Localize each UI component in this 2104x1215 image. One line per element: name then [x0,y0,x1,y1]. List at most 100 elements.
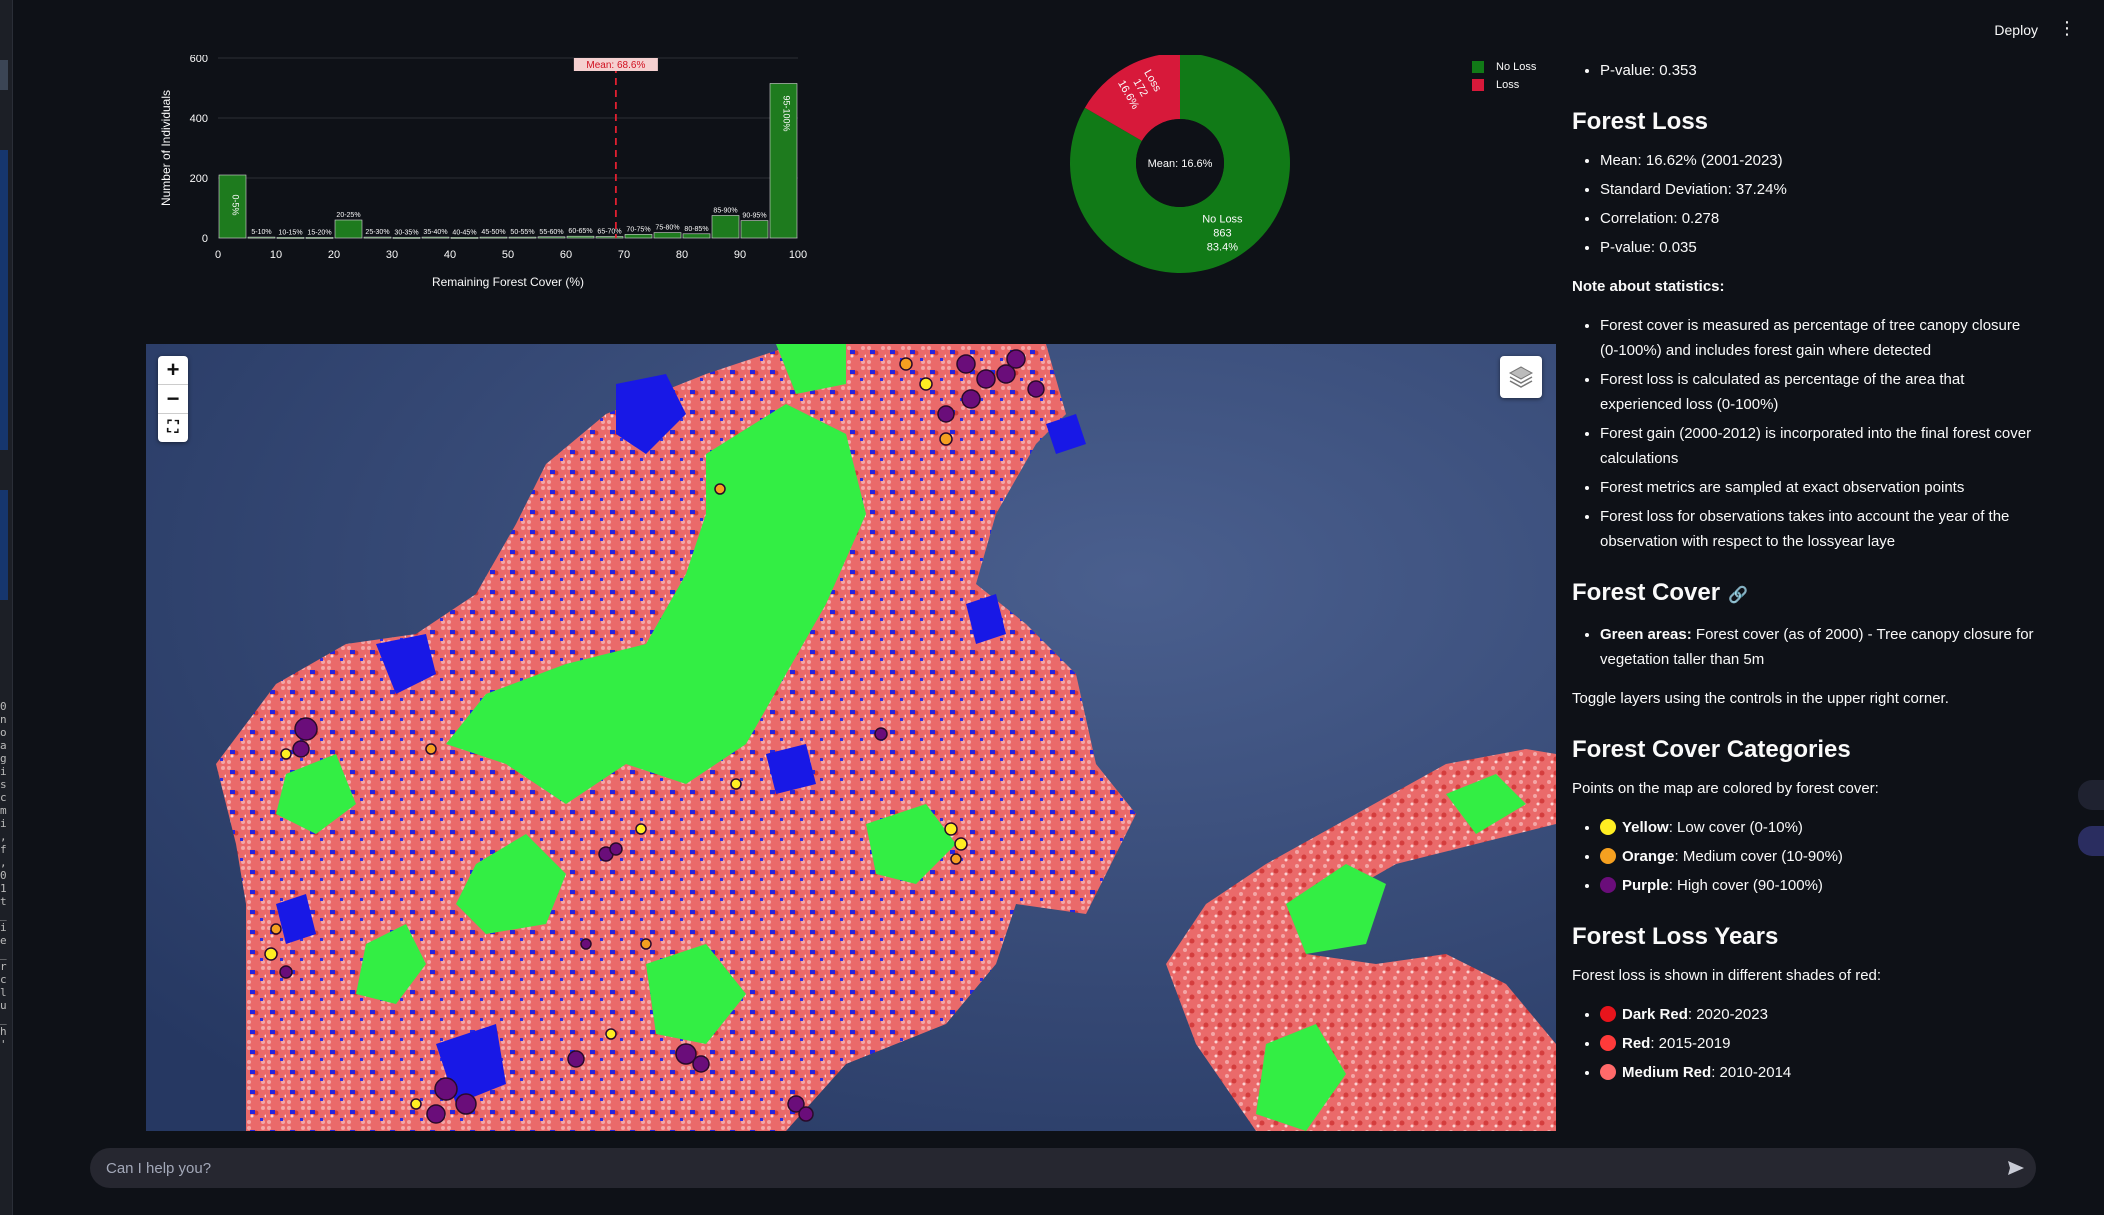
note-item: Forest loss for observations takes into … [1600,504,2042,554]
forest-loss-stat: Standard Deviation: 37.24% [1600,177,2042,202]
histogram-bar [740,220,769,239]
red-dot-icon [1600,1035,1616,1051]
info-sidebar: P-value: 0.353 Forest Loss Mean: 16.62% … [1572,58,2042,1089]
histogram-bar [624,234,653,239]
slice-value: 863 [1213,228,1231,240]
bar-data-label: 90-95% [742,213,766,220]
note-item: Forest metrics are sampled at exact obse… [1600,475,2042,500]
medium-red-dot-icon [1600,1064,1616,1080]
slice-label: No Loss [1202,214,1243,226]
slice-percentage: 83.4% [1207,242,1238,254]
forest-cover-histogram: 0 200 400 600 0 10 20 30 40 50 60 70 80 90 100 0-5% 5-10… [159,55,807,289]
forest-loss-stat: Mean: 16.62% (2001-2023) [1600,148,2042,173]
send-icon[interactable] [1996,1148,2036,1188]
histogram-bar [276,237,305,239]
toggle-layers-text: Toggle layers using the controls in the … [1572,690,1949,707]
note-heading: Note about statistics: [1572,278,1725,295]
legend-loss: Loss [1496,79,1520,91]
bar-data-label: 55-60% [539,229,563,236]
histogram-bar [305,237,334,239]
legend-no-loss: No Loss [1496,61,1537,73]
chat-input[interactable] [90,1158,1996,1178]
x-tick-label: 10 [270,249,282,261]
forest-loss-stat: Correlation: 0.278 [1600,206,2042,231]
chat-input-bar [90,1148,2036,1188]
x-tick-label: 40 [444,249,456,261]
map-canvas[interactable] [146,344,1556,1131]
zoom-out-button[interactable]: − [158,385,188,414]
histogram-bar [363,236,392,239]
x-tick-label: 0 [215,249,221,261]
histogram-bar [421,236,450,239]
bar-data-label: 20-25% [336,212,360,219]
map-zoom-controls: + − ⛶ [158,356,188,442]
note-item: Forest cover is measured as percentage o… [1600,313,2042,363]
pvalue-top: P-value: 0.353 [1600,58,2042,83]
bar-data-label: 35-40% [423,229,447,236]
x-axis-label: Remaining Forest Cover (%) [432,275,584,289]
category-yellow: Yellow: Low cover (0-10%) [1600,815,2042,840]
layers-control-button[interactable] [1500,356,1542,398]
x-tick-label: 100 [789,249,807,261]
bar-data-label: 25-30% [365,229,389,236]
bar-data-label: 80-85% [684,226,708,233]
yellow-dot-icon [1600,819,1616,835]
bar-data-label: 75-80% [655,225,679,232]
left-panel-edge: 0 n o a g i s c m i , f , 0 1 t _ i e _ … [0,0,13,1215]
histogram-bar [537,236,566,239]
zoom-in-button[interactable]: + [158,356,188,385]
anchor-link-icon[interactable]: 🔗 [1728,587,1748,604]
kebab-menu-icon[interactable]: ⋮ [2058,18,2076,39]
x-tick-label: 70 [618,249,630,261]
orange-dot-icon [1600,848,1616,864]
histogram-bar [334,219,363,239]
note-item: Forest gain (2000-2012) is incorporated … [1600,421,2042,471]
histogram-bar [566,235,595,239]
histogram-bar [450,237,479,239]
deploy-button[interactable]: Deploy [1994,22,2038,38]
histogram-bar [682,233,711,239]
bar-data-label: 5-10% [251,229,271,236]
y-axis-label: Number of Individuals [159,90,173,206]
bar-data-label: 60-65% [568,228,592,235]
bar-data-label: 15-20% [307,229,331,236]
layers-icon [1508,366,1534,388]
y-tick-label: 200 [190,173,208,185]
bar-data-label: 10-15% [278,229,302,236]
bar-data-label: 65-70% [597,229,621,236]
loss-year-dark-red: Dark Red: 2020-2023 [1600,1002,2042,1027]
histogram-bar [392,237,421,239]
histogram-bar [508,236,537,239]
histogram-bar [711,215,740,239]
floating-assistant-button[interactable] [2078,826,2104,856]
purple-dot-icon [1600,877,1616,893]
dark-red-dot-icon [1600,1006,1616,1022]
bar-data-label: 85-90% [713,208,737,215]
x-tick-label: 80 [676,249,688,261]
loss-years-heading: Forest Loss Years [1572,923,1779,950]
histogram-bar [247,236,276,239]
terminal-fragment: 0 n o a g i s c m i , f , 0 1 t _ i e _ … [0,700,7,1051]
x-tick-label: 90 [734,249,746,261]
forest-loss-stat: P-value: 0.035 [1600,235,2042,260]
forest-loss-heading: Forest Loss [1572,108,1709,135]
bar-data-label: 70-75% [626,226,650,233]
x-tick-label: 20 [328,249,340,261]
bar-data-label: 95-100% [782,95,792,131]
fullscreen-icon[interactable]: ⛶ [158,414,188,442]
floating-tool-button[interactable] [2078,780,2104,810]
app-header: Deploy ⋮ [12,0,2104,60]
histogram-bar [653,232,682,239]
forest-map[interactable] [146,344,1556,1131]
categories-heading: Forest Cover Categories [1572,736,1851,763]
bar-data-label: 50-55% [510,229,534,236]
bar-data-label: 30-35% [394,229,418,236]
loss-year-red: Red: 2015-2019 [1600,1031,2042,1056]
bar-data-label: 0-5% [231,194,241,215]
bar-data-label: 40-45% [452,229,476,236]
donut-center-label: Mean: 16.6% [1148,158,1213,170]
loss-year-medium-red: Medium Red: 2010-2014 [1600,1060,2042,1085]
x-tick-label: 60 [560,249,572,261]
categories-intro: Points on the map are colored by forest … [1572,780,1879,797]
y-tick-label: 400 [190,113,208,125]
